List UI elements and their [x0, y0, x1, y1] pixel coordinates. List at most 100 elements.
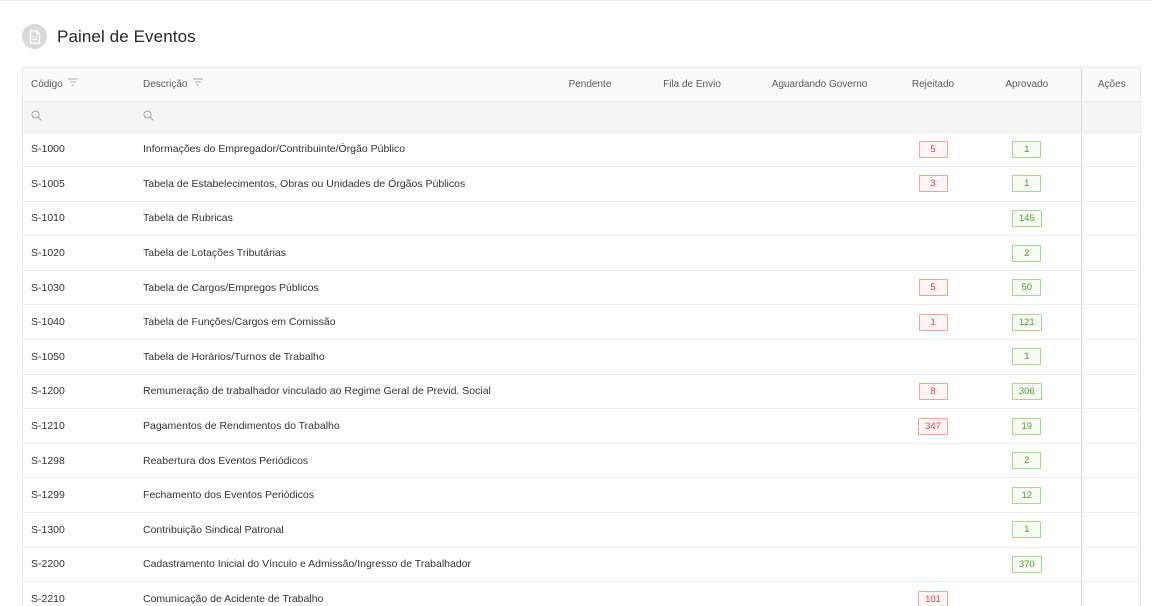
pending-count [542, 477, 638, 514]
table-row[interactable]: S-1200 Remuneração de trabalhador vincula… [23, 374, 1140, 410]
search-icon[interactable] [143, 108, 154, 125]
awaiting-government-count [746, 581, 893, 606]
table-row[interactable]: S-1020 Tabela de Lotações Tributárias 2 [23, 235, 1140, 271]
approved-count-cell: 370 [973, 547, 1081, 583]
actions-cell [1080, 408, 1140, 444]
queue-count [638, 408, 746, 444]
rejected-count-badge[interactable]: 5 [918, 140, 948, 158]
queue-count [638, 339, 746, 375]
event-code: S-1030 [23, 270, 135, 306]
approved-count-badge[interactable]: 306 [1011, 382, 1042, 400]
approved-count-badge[interactable]: 1 [1012, 521, 1042, 539]
rejected-count-cell [893, 512, 973, 548]
rejected-count-badge[interactable]: 347 [918, 417, 948, 435]
queue-count [638, 270, 746, 306]
actions-cell [1080, 235, 1140, 271]
awaiting-government-count [746, 304, 893, 341]
approved-count-badge[interactable]: 12 [1012, 486, 1042, 504]
rejected-count-cell [893, 443, 973, 479]
column-header-aprovado[interactable]: Aprovado [973, 68, 1081, 102]
rejected-count-badge[interactable]: 3 [918, 175, 948, 193]
approved-count-badge[interactable]: 121 [1011, 313, 1042, 331]
event-code: S-1000 [23, 132, 135, 168]
approved-count-badge[interactable]: 1 [1012, 140, 1042, 158]
approved-count-cell: 50 [973, 270, 1081, 306]
rejected-count-cell: 3 [893, 166, 973, 202]
queue-count [638, 132, 746, 168]
event-code: S-1299 [23, 477, 135, 514]
event-code: S-2200 [23, 547, 135, 583]
search-icon[interactable] [31, 108, 42, 125]
table-row[interactable]: S-1050 Tabela de Horários/Turnos de Traba… [23, 339, 1140, 375]
table-row[interactable]: S-1299 Fechamento dos Eventos Periódicos 1… [23, 477, 1140, 514]
actions-cell [1080, 581, 1140, 606]
filter-lines-icon[interactable] [193, 78, 204, 89]
column-header-pendente[interactable]: Pendente [542, 68, 638, 102]
approved-count-cell: 1 [973, 339, 1081, 375]
table-row[interactable]: S-1010 Tabela de Rubricas 145 [23, 201, 1140, 237]
document-icon [22, 24, 47, 49]
event-code: S-1298 [23, 443, 135, 479]
table-row[interactable]: S-1000 Informações do Empregador/Contribu… [23, 132, 1140, 168]
approved-count-badge[interactable]: 2 [1012, 244, 1042, 262]
event-code: S-1200 [23, 374, 135, 410]
column-header-rejeitado[interactable]: Rejeitado [893, 68, 973, 102]
table-row[interactable]: S-2200 Cadastramento Inicial do Vínculo e… [23, 547, 1140, 583]
approved-count-badge[interactable]: 145 [1011, 209, 1042, 227]
rejected-count-badge[interactable]: 1 [918, 313, 948, 331]
approved-count-badge[interactable]: 50 [1012, 279, 1042, 297]
queue-count [638, 581, 746, 606]
pending-count [542, 235, 638, 271]
rejected-count-badge[interactable]: 101 [918, 590, 948, 606]
table-row[interactable]: S-1030 Tabela de Cargos/Empregos Públicos… [23, 270, 1140, 306]
column-header-codigo[interactable]: Código [23, 68, 135, 102]
approved-count-badge[interactable]: 370 [1011, 555, 1042, 573]
filter-lines-icon[interactable] [68, 78, 79, 89]
event-code: S-1010 [23, 201, 135, 237]
approved-count-cell: 145 [973, 201, 1081, 237]
rejected-count-badge[interactable]: 8 [918, 382, 948, 400]
approved-count-badge[interactable]: 1 [1012, 348, 1042, 366]
event-description: Tabela de Cargos/Empregos Públicos [135, 270, 542, 306]
actions-cell [1080, 512, 1140, 548]
column-header-fila-de-envio[interactable]: Fila de Envio [638, 68, 746, 102]
table-row[interactable]: S-1298 Reabertura dos Eventos Periódicos 2 [23, 443, 1140, 479]
rejected-count-cell: 1 [893, 304, 973, 341]
approved-count-badge[interactable]: 19 [1012, 417, 1042, 435]
table-row[interactable]: S-1040 Tabela de Funções/Cargos em Comiss… [23, 304, 1140, 341]
rejected-count-cell: 347 [893, 408, 973, 444]
column-header-descricao[interactable]: Descrição [135, 68, 542, 102]
event-description: Tabela de Estabelecimentos, Obras ou Uni… [135, 166, 542, 202]
pending-count [542, 201, 638, 237]
table-row[interactable]: S-2210 Comunicação de Acidente de Trabalh… [23, 581, 1140, 606]
event-description: Fechamento dos Eventos Periódicos [135, 477, 542, 514]
table-row[interactable]: S-1005 Tabela de Estabelecimentos, Obras … [23, 166, 1140, 202]
pending-count [542, 374, 638, 410]
actions-cell [1080, 339, 1140, 375]
awaiting-government-count [746, 132, 893, 168]
queue-count [638, 477, 746, 514]
rejected-count-cell: 5 [893, 132, 973, 168]
filter-cell-empty [973, 101, 1081, 133]
page-header: Painel de Eventos [22, 24, 196, 49]
pending-count [542, 547, 638, 583]
column-header-aguardando-governo[interactable]: Aguardando Governo [746, 68, 893, 102]
awaiting-government-count [746, 408, 893, 444]
event-description: Comunicação de Acidente de Trabalho [135, 581, 542, 606]
table-row[interactable]: S-1210 Pagamentos de Rendimentos do Traba… [23, 408, 1140, 444]
rejected-count-cell [893, 477, 973, 514]
approved-count-badge[interactable]: 1 [1012, 175, 1042, 193]
code-filter-search[interactable] [23, 101, 135, 133]
awaiting-government-count [746, 235, 893, 271]
approved-count-badge[interactable]: 2 [1012, 452, 1042, 470]
events-table: Código Descrição Pendente Fila de Envio … [22, 67, 1141, 606]
table-filter-row [23, 101, 1140, 133]
table-row[interactable]: S-1300 Contribuição Sindical Patronal 1 [23, 512, 1140, 548]
rejected-count-badge[interactable]: 5 [918, 279, 948, 297]
filter-cell-empty [1080, 101, 1140, 133]
event-description: Tabela de Horários/Turnos de Trabalho [135, 339, 542, 375]
awaiting-government-count [746, 339, 893, 375]
awaiting-government-count [746, 374, 893, 410]
description-filter-search[interactable] [135, 101, 542, 133]
pending-count [542, 270, 638, 306]
